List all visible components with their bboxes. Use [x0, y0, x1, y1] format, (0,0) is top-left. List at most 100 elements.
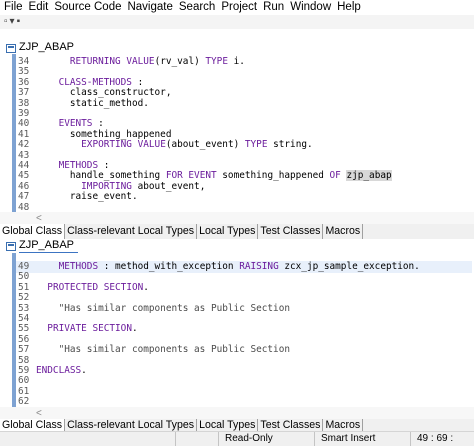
menu-project[interactable]: Project — [218, 0, 260, 15]
code-line[interactable]: 55 PRIVATE SECTION. — [0, 323, 474, 334]
menu-bar: File Edit Source Code Navigate Search Pr… — [0, 0, 474, 15]
line-number: 61 — [18, 385, 30, 397]
editor-tab-bottom[interactable]: ZJP_ABAP — [0, 238, 79, 254]
tab-test-classes[interactable]: Test Classes — [258, 419, 324, 431]
line-number: 41 — [18, 128, 30, 140]
code-editor-bottom[interactable]: 49 METHODS : method_with_exception RAISI… — [0, 253, 474, 407]
code-line[interactable]: 56 — [0, 334, 474, 345]
status-cursor-position: 49 : 69 : 1129 — [410, 432, 474, 446]
save-icon[interactable]: ▪ — [17, 15, 21, 29]
code-line[interactable]: 58 — [0, 355, 474, 366]
code-line[interactable]: 61 — [0, 386, 474, 397]
code-line[interactable]: 44 METHODS : — [0, 160, 474, 171]
line-number: 48 — [18, 201, 30, 212]
line-number: 37 — [18, 87, 30, 99]
code-line[interactable]: 52 — [0, 292, 474, 303]
status-divider — [175, 432, 176, 446]
status-insert-mode: Smart Insert — [314, 432, 410, 446]
code-line[interactable]: 41 something_happened — [0, 129, 474, 140]
code-line[interactable]: 43 — [0, 150, 474, 161]
code-text: PRIVATE SECTION. — [47, 323, 138, 335]
line-number: 34 — [18, 56, 30, 67]
line-number: 43 — [18, 149, 30, 161]
class-section-tabs-bottom: Global Class Class-relevant Local Types … — [0, 419, 474, 431]
menu-search[interactable]: Search — [176, 0, 218, 15]
code-line[interactable]: 42 EXPORTING VALUE(about_event) TYPE str… — [0, 139, 474, 150]
code-line[interactable]: 62 — [0, 396, 474, 407]
menu-run[interactable]: Run — [260, 0, 287, 15]
code-line[interactable]: 59 ENDCLASS. — [0, 365, 474, 376]
code-line[interactable]: 60 — [0, 375, 474, 386]
line-number: 53 — [18, 302, 30, 314]
code-line[interactable]: 35 — [0, 66, 474, 77]
line-number: 59 — [18, 365, 30, 376]
line-number: 42 — [18, 139, 30, 151]
tab-local-types[interactable]: Local Types — [197, 224, 259, 239]
line-number: 57 — [18, 344, 30, 356]
line-number: 47 — [18, 191, 30, 203]
editor-tab-top[interactable]: ZJP_ABAP — [0, 41, 79, 56]
status-bar: Read-Only Smart Insert 49 : 69 : 1129 — [0, 431, 474, 446]
scroll-left-icon[interactable]: < — [36, 213, 42, 224]
code-text: "Has similar components as Public Sectio… — [36, 302, 290, 314]
line-number: 46 — [18, 180, 30, 192]
code-text: CLASS-METHODS : — [58, 76, 144, 88]
code-line[interactable]: 37 class_constructor, — [0, 87, 474, 98]
tab-class-relevant-local-types[interactable]: Class-relevant Local Types — [65, 224, 198, 239]
line-number: 58 — [18, 354, 30, 366]
code-line[interactable]: 36 CLASS-METHODS : — [0, 77, 474, 88]
tab-global-class[interactable]: Global Class — [0, 224, 66, 239]
tab-class-relevant-local-types[interactable]: Class-relevant Local Types — [65, 419, 198, 431]
line-number: 60 — [18, 375, 30, 387]
code-text: ENDCLASS. — [36, 365, 87, 376]
menu-edit[interactable]: Edit — [26, 0, 52, 15]
code-line[interactable]: 45 handle_something FOR EVENT something_… — [0, 170, 474, 182]
code-text: IMPORTING about_event, — [81, 180, 206, 192]
editor-tab-label: ZJP_ABAP — [19, 238, 79, 254]
menu-window[interactable]: Window — [287, 0, 334, 15]
line-number: 62 — [18, 396, 30, 407]
menu-help[interactable]: Help — [334, 0, 364, 15]
highlighted-identifier: zjp_abap — [346, 170, 392, 182]
menu-file[interactable]: File — [0, 0, 26, 15]
menu-navigate[interactable]: Navigate — [124, 0, 175, 15]
code-line[interactable]: 40 EVENTS : — [0, 118, 474, 129]
tab-local-types[interactable]: Local Types — [197, 419, 259, 431]
code-text: METHODS : method_with_exception RAISING … — [58, 261, 420, 272]
code-line[interactable]: 34 RETURNING VALUE(rv_val) TYPE i. — [0, 56, 474, 67]
code-text: PROTECTED SECTION. — [47, 281, 149, 293]
code-line[interactable]: 38 static_method. — [0, 98, 474, 109]
line-number: 40 — [18, 118, 30, 130]
menu-source-code[interactable]: Source Code — [51, 0, 124, 15]
code-line[interactable]: 54 — [0, 313, 474, 324]
code-line[interactable]: 51 PROTECTED SECTION. — [0, 282, 474, 293]
code-line[interactable]: 46 IMPORTING about_event, — [0, 181, 474, 192]
tab-macros[interactable]: Macros — [323, 419, 364, 431]
code-line[interactable]: 49 METHODS : method_with_exception RAISI… — [0, 261, 474, 272]
dropdown-icon[interactable]: ▾ — [10, 15, 15, 29]
code-line[interactable]: 48 — [0, 202, 474, 212]
code-text: METHODS : — [58, 160, 110, 171]
toolbar: ▫ ▾ ▪ — [0, 15, 474, 29]
class-section-tabs-top: Global Class Class-relevant Local Types … — [0, 224, 474, 239]
line-number: 52 — [18, 292, 30, 304]
code-line[interactable]: 53 "Has similar components as Public Sec… — [0, 303, 474, 314]
line-number: 36 — [18, 76, 30, 88]
code-editor-top[interactable]: 34 RETURNING VALUE(rv_val) TYPE i. 35 36 C… — [0, 54, 474, 212]
line-number: 55 — [18, 323, 30, 335]
tab-global-class[interactable]: Global Class — [0, 419, 66, 431]
code-text: "Has similar components as Public Sectio… — [36, 344, 290, 356]
code-line[interactable]: 50 — [0, 271, 474, 282]
line-number: 35 — [18, 66, 30, 78]
code-line[interactable]: 47 raise_event. — [0, 191, 474, 202]
abap-class-icon — [6, 241, 16, 251]
tab-macros[interactable]: Macros — [323, 224, 364, 239]
scroll-left-icon[interactable]: < — [36, 408, 42, 419]
code-text: RETURNING VALUE(rv_val) TYPE i. — [69, 56, 245, 67]
tab-test-classes[interactable]: Test Classes — [258, 224, 324, 239]
new-file-icon[interactable]: ▫ — [4, 15, 8, 29]
line-number: 51 — [18, 281, 30, 293]
code-text: something_happened — [36, 128, 172, 140]
code-line[interactable]: 57 "Has similar components as Public Sec… — [0, 344, 474, 355]
code-line[interactable]: 39 — [0, 108, 474, 119]
